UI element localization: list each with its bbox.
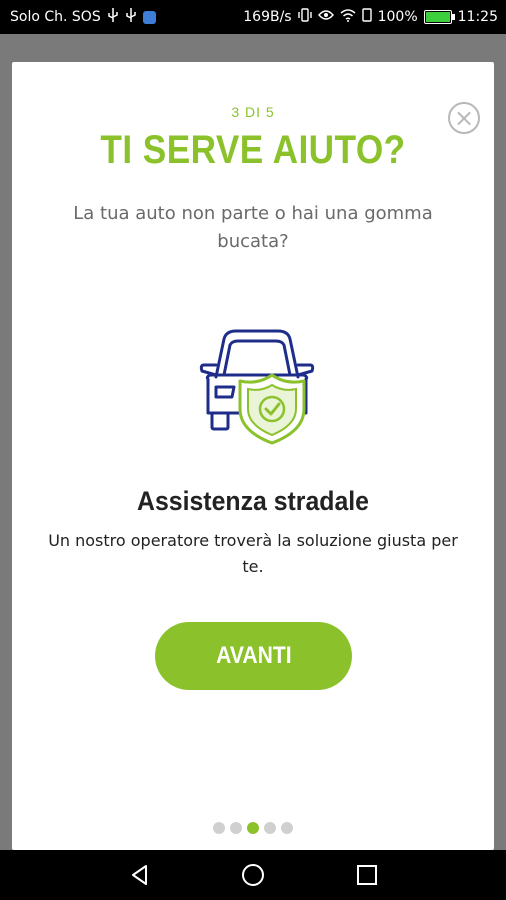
battery-percent: 100% bbox=[377, 9, 418, 25]
step-indicator: 3 DI 5 bbox=[231, 104, 275, 120]
battery-icon bbox=[423, 10, 455, 24]
feature-description: Un nostro operatore troverà la soluzione… bbox=[48, 531, 458, 576]
app-icon bbox=[142, 10, 156, 24]
next-button[interactable]: AVANTI bbox=[155, 622, 352, 690]
recents-icon bbox=[357, 865, 377, 885]
carrier-text: Solo Ch. SOS bbox=[10, 9, 101, 25]
recents-button[interactable] bbox=[352, 860, 382, 890]
page-dot[interactable] bbox=[213, 822, 225, 834]
home-icon bbox=[242, 864, 264, 886]
navigation-bar bbox=[0, 850, 506, 900]
pagination-dots bbox=[12, 822, 494, 834]
page-dot[interactable] bbox=[230, 822, 242, 834]
vibrate-icon bbox=[297, 8, 312, 26]
page-dot[interactable] bbox=[281, 822, 293, 834]
page-title: TI SERVE AIUTO? bbox=[100, 128, 406, 172]
page-dot[interactable] bbox=[264, 822, 276, 834]
eye-icon bbox=[317, 9, 334, 25]
next-button-label: AVANTI bbox=[215, 642, 292, 669]
onboarding-modal: 3 DI 5 × TI SERVE AIUTO? La tua auto non… bbox=[12, 62, 494, 850]
usb-icon bbox=[125, 8, 137, 26]
usb-icon bbox=[107, 8, 119, 26]
subtitle: La tua auto non parte o hai una gomma bu… bbox=[73, 203, 433, 252]
status-bar: Solo Ch. SOS 169B/s 100% 11:25 bbox=[0, 0, 506, 34]
back-button[interactable] bbox=[125, 860, 155, 890]
wifi-icon bbox=[340, 8, 356, 26]
sim-icon bbox=[361, 8, 372, 26]
close-icon: × bbox=[453, 104, 475, 132]
car-shield-icon bbox=[182, 317, 322, 447]
back-icon bbox=[132, 865, 147, 885]
network-speed: 169B/s bbox=[243, 9, 292, 25]
feature-title: Assistenza stradale bbox=[137, 486, 369, 516]
home-button[interactable] bbox=[238, 860, 268, 890]
clock: 11:25 bbox=[457, 9, 498, 25]
page-dot-active[interactable] bbox=[247, 822, 259, 834]
